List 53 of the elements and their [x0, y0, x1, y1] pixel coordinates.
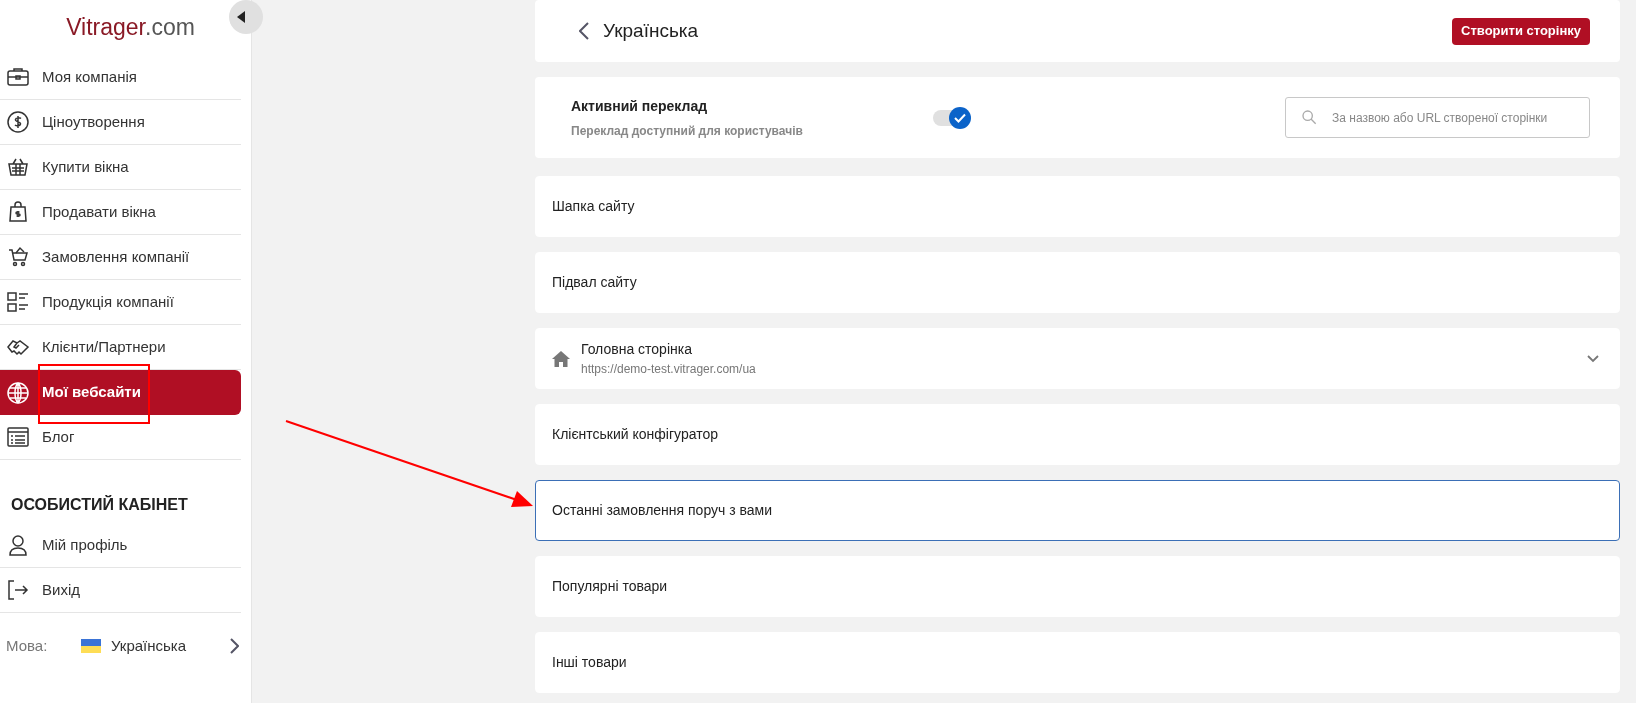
- sidebar-item[interactable]: Продукція компанії: [0, 280, 241, 325]
- page-title: Головна сторінка: [581, 340, 693, 359]
- page-url: https://demo-test.vitrager.com/ua: [581, 361, 756, 378]
- dollar-icon: [6, 110, 30, 134]
- collapse-button[interactable]: [229, 0, 263, 34]
- sidebar-item[interactable]: Мій профіль: [0, 523, 241, 568]
- page-title: Підвал сайту: [552, 273, 637, 292]
- sidebar-item[interactable]: Ціноутворення: [0, 100, 241, 145]
- chevron-left-icon: [579, 22, 589, 40]
- back-link[interactable]: Українська: [579, 16, 699, 46]
- toggle-subtitle: Переклад доступний для користувачів: [571, 122, 804, 140]
- page-row[interactable]: Клієнтський конфігуратор: [535, 404, 1620, 465]
- logout-icon: [6, 578, 30, 602]
- page-title: Шапка сайту: [552, 197, 635, 216]
- create-page-button[interactable]: Створити сторінку: [1452, 17, 1590, 45]
- sidebar-item[interactable]: Моя компанія: [0, 55, 241, 100]
- page-row[interactable]: Популярні товари: [535, 556, 1620, 617]
- toggle-switch[interactable]: [933, 109, 969, 126]
- language-selector[interactable]: Українська: [111, 635, 239, 658]
- shopping-bag-icon: [6, 200, 30, 224]
- sidebar-item[interactable]: Блог: [0, 415, 241, 460]
- page-row[interactable]: Головна сторінка https://demo-test.vitrager.com/ua: [535, 328, 1620, 389]
- toggle-title: Активний переклад: [571, 96, 709, 116]
- sidebar-item[interactable]: Купити вікна: [0, 145, 241, 190]
- page-title: Інші товари: [552, 653, 627, 672]
- globe-icon: [6, 380, 30, 405]
- cart-icon: [6, 245, 30, 269]
- section-title: ОСОБИСТИЙ КАБІНЕТ: [10, 494, 189, 515]
- search-icon: [1301, 109, 1317, 125]
- page-title: Клієнтський конфігуратор: [552, 425, 718, 444]
- sidebar-item[interactable]: Замовлення компанії: [0, 235, 241, 280]
- user-icon: [6, 533, 30, 557]
- sidebar-item[interactable]: Продавати вікна: [0, 190, 241, 235]
- page-title: Популярні товари: [552, 577, 668, 596]
- flag-icon: [81, 639, 101, 654]
- triangle-left-icon: [237, 11, 245, 23]
- home-icon: [552, 350, 570, 367]
- article-icon: [6, 425, 30, 449]
- language-label: Мова:: [6, 636, 49, 656]
- page-row[interactable]: Інші товари: [535, 632, 1620, 693]
- page-row[interactable]: Останні замовлення поруч з вами: [535, 480, 1620, 541]
- checkmark-icon: [954, 112, 966, 123]
- logo[interactable]: Vitrager.com: [66, 10, 195, 45]
- chevron-down-icon: [1587, 354, 1599, 363]
- page-row[interactable]: Шапка сайту: [535, 176, 1620, 237]
- sidebar-item[interactable]: Мої вебсайти: [0, 370, 241, 415]
- sidebar-item[interactable]: Вихід: [0, 568, 241, 613]
- search-field[interactable]: За назвою або URL створеної сторінки: [1285, 97, 1590, 138]
- list-icon: [6, 290, 30, 314]
- page-row[interactable]: Підвал сайту: [535, 252, 1620, 313]
- chevron-right-icon: [229, 638, 239, 655]
- briefcase-icon: [6, 65, 30, 89]
- page-title: Останні замовлення поруч з вами: [552, 501, 772, 520]
